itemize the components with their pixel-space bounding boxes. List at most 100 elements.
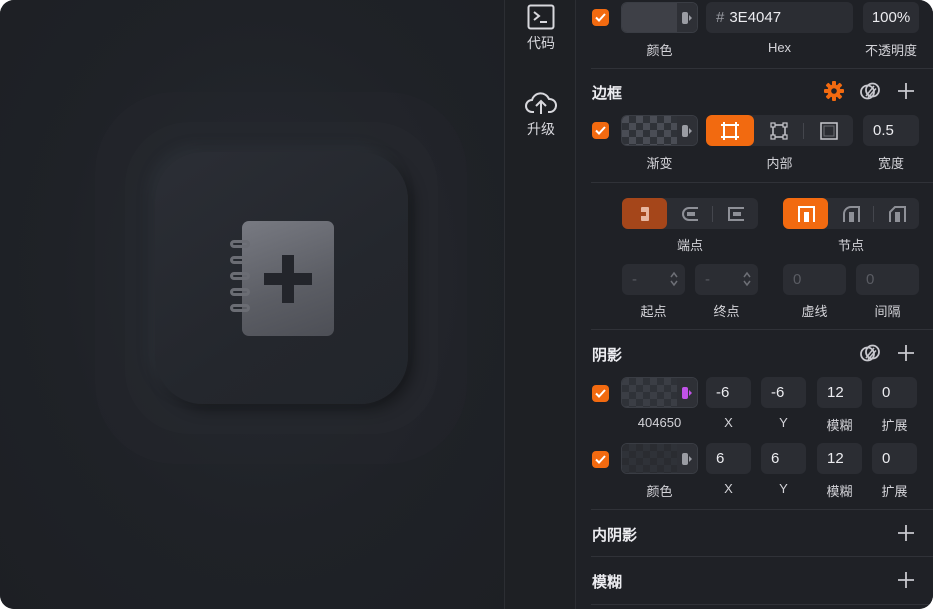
blend-mode-icon[interactable] [859,80,881,102]
design-canvas[interactable] [0,0,504,609]
plus-icon-horizontal [264,273,312,285]
dash-input[interactable]: 0 [783,264,846,295]
cap-butt-icon [638,206,649,221]
shadow-x-caption: X [724,481,733,496]
add-border-icon[interactable] [895,80,917,102]
border-width-caption: 宽度 [877,156,904,171]
border-inside-option[interactable] [706,115,754,146]
border-center-option[interactable] [755,115,803,146]
shadow-y-caption: Y [779,481,788,496]
chevron-updown-icon [743,271,751,287]
gap-input[interactable]: 0 [856,264,919,295]
border-type-caption: 渐变 [646,156,673,171]
code-label: 代码 [527,35,555,51]
shadow-2-blur-input[interactable]: 12 [817,443,862,474]
code-button[interactable]: 代码 [505,4,577,53]
endpoint-butt-option[interactable] [622,198,667,229]
shadow-2-color-swatch[interactable] [621,443,698,474]
inner-shadow-section-title: 内阴影 [592,527,638,544]
border-enabled-checkbox[interactable] [592,122,609,139]
shadow-2-y-input[interactable]: 6 [761,443,806,474]
section-divider [591,509,933,510]
border-gradient-preview [622,116,679,145]
dash-caption: 虚线 [801,304,828,319]
shadow-1-color-swatch[interactable] [621,377,698,408]
border-width-input[interactable]: 0.5 [863,115,919,146]
endpoint-round-option[interactable] [667,198,712,229]
add-blur-icon[interactable] [895,569,917,591]
shadow-1-spread-input[interactable]: 0 [872,377,917,408]
border-gradient-swatch[interactable] [621,115,698,146]
cap-round-icon [681,206,698,221]
node-round-option[interactable] [828,198,873,229]
join-bevel-icon [888,205,906,222]
shadow-2-color-caption: 颜色 [646,484,673,499]
fill-enabled-checkbox[interactable] [592,9,609,26]
border-position-caption: 内部 [766,156,793,171]
node-bevel-option[interactable] [874,198,919,229]
join-miter-icon [797,205,815,222]
checkmark-icon [595,389,606,398]
fill-color-caption: 颜色 [646,43,673,58]
shadow-2-spread-input[interactable]: 0 [872,443,917,474]
join-round-icon [842,205,860,222]
fill-opacity-value: 100% [871,9,911,26]
checkmark-icon [595,455,606,464]
shadow-2-checkbox[interactable] [592,451,609,468]
shadow-2-y-value: 6 [771,450,780,467]
dash-value: 0 [793,271,802,288]
color-picker-tab[interactable] [677,444,697,473]
fill-color-preview [622,3,679,32]
cap-square-icon [727,206,744,221]
color-picker-tab[interactable] [677,378,697,407]
shadow-1-y-input[interactable]: -6 [761,377,806,408]
border-outside-option[interactable] [805,115,853,146]
fill-opacity-caption: 不透明度 [864,43,917,58]
shadow-1-color-caption: 404650 [637,415,682,430]
endpoint-square-option[interactable] [713,198,758,229]
border-width-value: 0.5 [873,122,894,139]
fill-opacity-input[interactable]: 100% [863,2,919,33]
border-inside-icon [721,121,739,140]
fill-hex-input[interactable]: # 3E4047 [706,2,853,33]
palette-toggle-icon [682,452,692,465]
start-marker-select[interactable]: - [622,264,685,295]
shadow-section-title: 阴影 [592,347,623,364]
blend-mode-icon[interactable] [859,342,881,364]
shadow-1-blur-input[interactable]: 12 [817,377,862,408]
border-position-segmented [706,115,853,146]
shadow-blur-caption: 模糊 [826,484,853,499]
start-caption: 起点 [640,304,667,319]
checkmark-icon [595,13,606,22]
add-shadow-icon[interactable] [895,342,917,364]
shadow-spread-caption: 扩展 [881,418,908,433]
end-caption: 终点 [713,304,740,319]
section-divider [591,68,933,69]
fill-hex-value: 3E4047 [729,9,782,26]
shadow-y-caption: Y [779,415,788,430]
section-divider [591,556,933,557]
app-window: 代码 升级 # 3E4047 100% 颜色 Hex 不透明度 边框 0.5 渐… [0,0,933,609]
blur-section-title: 模糊 [592,574,623,591]
segment-separator [803,123,804,139]
endpoint-caption: 端点 [676,238,703,253]
upgrade-button[interactable]: 升级 [505,90,577,139]
shadow-2-x-input[interactable]: 6 [706,443,751,474]
terminal-icon [527,4,555,30]
shadow-2-x-value: 6 [716,450,725,467]
node-miter-option[interactable] [783,198,828,229]
fill-color-swatch[interactable] [621,2,698,33]
shadow-1-checkbox[interactable] [592,385,609,402]
shadow-1-x-input[interactable]: -6 [706,377,751,408]
cloud-upload-icon [525,92,557,114]
add-inner-shadow-icon[interactable] [895,522,917,544]
gap-value: 0 [866,271,875,288]
gear-icon[interactable] [823,80,845,102]
notebook-ring [230,288,250,296]
shadow-1-x-value: -6 [716,384,730,401]
shadow-1-color-preview [622,378,679,407]
color-picker-tab[interactable] [677,3,697,32]
end-marker-select[interactable]: - [695,264,758,295]
color-picker-tab[interactable] [677,116,697,145]
inspector-panel: # 3E4047 100% 颜色 Hex 不透明度 边框 0.5 渐变 内部 宽… [577,0,933,609]
